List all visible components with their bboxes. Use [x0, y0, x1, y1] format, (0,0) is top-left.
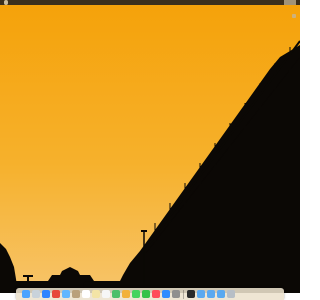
desktop [0, 5, 300, 293]
safari-icon[interactable] [42, 290, 50, 298]
finder-icon[interactable] [22, 290, 30, 298]
notes-icon[interactable] [92, 290, 100, 298]
settings-icon[interactable] [172, 290, 180, 298]
dock-separator [183, 289, 184, 299]
trash-icon[interactable] [227, 290, 235, 298]
calendar-icon[interactable] [82, 290, 90, 298]
photos-icon[interactable] [122, 290, 130, 298]
maps-icon[interactable] [112, 290, 120, 298]
contacts-icon[interactable] [72, 290, 80, 298]
chrome-icon[interactable] [52, 290, 60, 298]
launchpad-icon[interactable] [32, 290, 40, 298]
reminders-icon[interactable] [102, 290, 110, 298]
app-store-icon[interactable] [162, 290, 170, 298]
mail-icon[interactable] [62, 290, 70, 298]
dock-items [22, 289, 278, 299]
terminal-icon[interactable] [187, 290, 195, 298]
folder-icon[interactable] [207, 290, 215, 298]
music-icon[interactable] [152, 290, 160, 298]
desktop-wallpaper [0, 5, 300, 293]
facetime-icon[interactable] [142, 290, 150, 298]
desktop-hard-drive-icon[interactable] [292, 14, 296, 18]
messages-icon[interactable] [132, 290, 140, 298]
folder-icon[interactable] [197, 290, 205, 298]
dock [16, 288, 284, 300]
folder-icon[interactable] [217, 290, 225, 298]
